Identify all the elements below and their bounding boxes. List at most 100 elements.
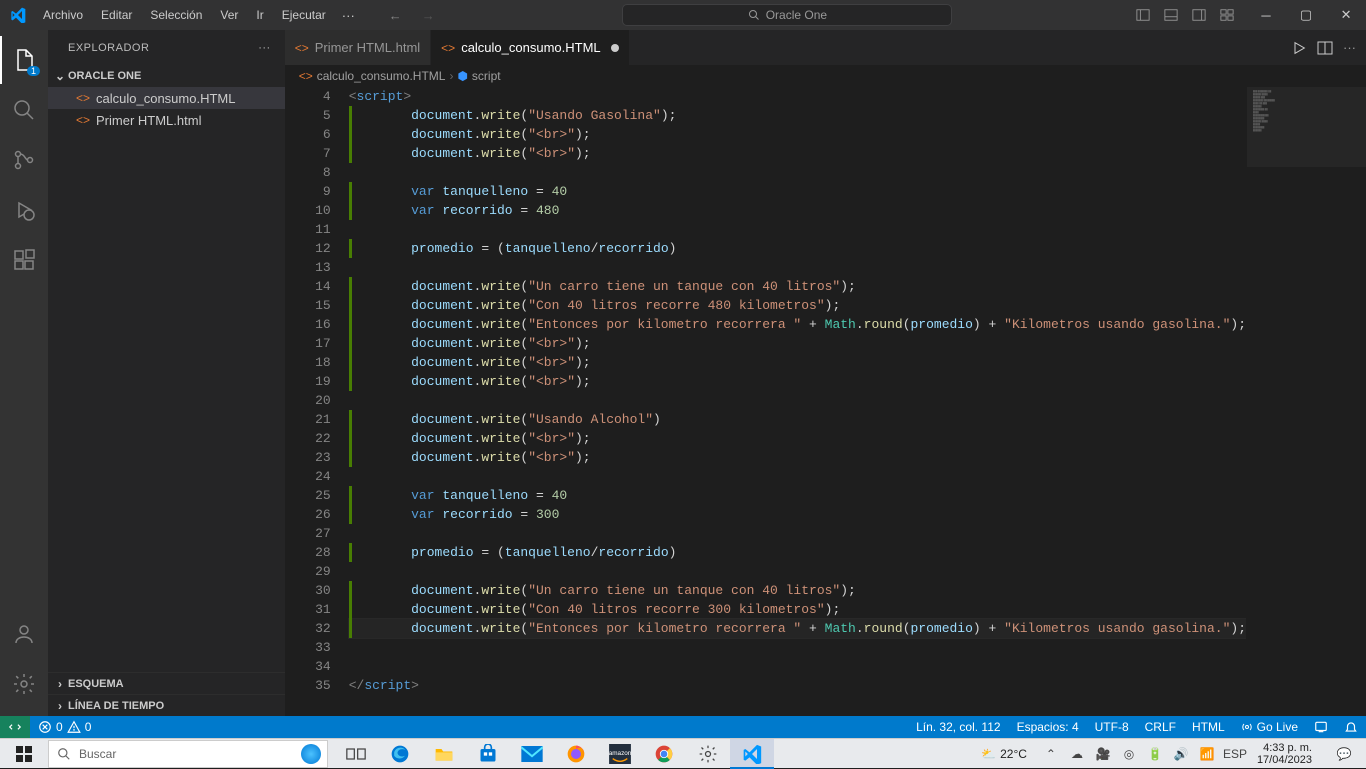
activity-account-icon[interactable] bbox=[0, 610, 48, 658]
editor-more-icon[interactable]: ··· bbox=[1343, 40, 1356, 55]
language-mode[interactable]: HTML bbox=[1184, 716, 1233, 738]
html-file-icon: <> bbox=[299, 69, 313, 83]
chevron-right-icon: › bbox=[52, 677, 68, 691]
taskbar-app-edge[interactable] bbox=[378, 739, 422, 769]
menu-item-ver[interactable]: Ver bbox=[212, 4, 246, 26]
sidebar-title: EXPLORADOR bbox=[68, 42, 149, 54]
menu-item-ir[interactable]: Ir bbox=[248, 4, 271, 26]
command-center-text: Oracle One bbox=[766, 8, 827, 22]
file-item[interactable]: <>Primer HTML.html bbox=[48, 109, 285, 131]
html-file-icon: <> bbox=[76, 91, 90, 105]
symbol-icon: ⬢ bbox=[457, 69, 467, 83]
chevron-down-icon: ⌄ bbox=[52, 69, 68, 83]
status-bar: 0 0 Lín. 32, col. 112 Espacios: 4 UTF-8 … bbox=[0, 716, 1366, 738]
vscode-logo-icon bbox=[0, 7, 35, 23]
taskbar-app-explorer[interactable] bbox=[422, 739, 466, 769]
maximize-button[interactable]: ▢ bbox=[1286, 0, 1326, 30]
start-button[interactable] bbox=[0, 739, 48, 769]
tray-onedrive-icon[interactable]: ☁ bbox=[1067, 747, 1087, 761]
svg-text:amazon: amazon bbox=[609, 749, 631, 756]
editor-tabs: <>Primer HTML.html<>calculo_consumo.HTML… bbox=[285, 30, 1366, 65]
run-icon[interactable] bbox=[1291, 40, 1307, 56]
html-file-icon: <> bbox=[76, 113, 90, 127]
tray-location-icon[interactable]: ◎ bbox=[1119, 747, 1139, 761]
tray-wifi-icon[interactable]: 📶 bbox=[1197, 747, 1217, 761]
outline-section[interactable]: › ESQUEMA bbox=[48, 672, 285, 694]
menu-item-selección[interactable]: Selección bbox=[142, 4, 210, 26]
notifications-icon[interactable] bbox=[1336, 716, 1366, 738]
tray-chevron-icon[interactable]: ⌃ bbox=[1041, 747, 1061, 761]
editor-tab[interactable]: <>Primer HTML.html bbox=[285, 30, 431, 65]
html-file-icon: <> bbox=[441, 41, 455, 55]
code-editor[interactable]: <script> document.write("Usando Gasolina… bbox=[349, 87, 1246, 716]
dirty-indicator-icon bbox=[611, 44, 619, 52]
file-item[interactable]: <>calculo_consumo.HTML bbox=[48, 87, 285, 109]
cursor-position[interactable]: Lín. 32, col. 112 bbox=[908, 716, 1009, 738]
taskbar-app-chrome[interactable] bbox=[642, 739, 686, 769]
weather-widget[interactable]: ⛅ 22°C bbox=[973, 747, 1035, 761]
close-window-button[interactable]: ✕ bbox=[1326, 0, 1366, 30]
problems-indicator[interactable]: 0 0 bbox=[30, 716, 99, 738]
menu-item-ejecutar[interactable]: Ejecutar bbox=[274, 4, 334, 26]
taskbar-app-amazon[interactable]: amazon bbox=[598, 739, 642, 769]
taskbar-clock[interactable]: 4:33 p. m. 17/04/2023 bbox=[1249, 740, 1320, 768]
activity-scm-icon[interactable] bbox=[0, 136, 48, 184]
tray-language[interactable]: ESP bbox=[1223, 747, 1243, 761]
taskbar-app-store[interactable] bbox=[466, 739, 510, 769]
customize-layout-icon[interactable] bbox=[1218, 6, 1236, 24]
activity-debug-icon[interactable] bbox=[0, 186, 48, 234]
editor-tab[interactable]: <>calculo_consumo.HTML bbox=[431, 30, 629, 65]
line-numbers: 4567891011121314151617181920212223242526… bbox=[285, 87, 349, 716]
tray-volume-icon[interactable]: 🔊 bbox=[1171, 747, 1191, 761]
task-view-icon[interactable] bbox=[334, 739, 378, 769]
menu-overflow[interactable]: ··· bbox=[334, 4, 363, 27]
activity-explorer-icon[interactable]: 1 bbox=[0, 36, 48, 84]
taskbar-search-placeholder: Buscar bbox=[79, 747, 116, 761]
taskbar-app-vscode[interactable] bbox=[730, 739, 774, 769]
nav-forward-icon[interactable]: → bbox=[416, 4, 441, 27]
taskbar-app-settings[interactable] bbox=[686, 739, 730, 769]
minimap[interactable]: ███ ███████ ████████ █████████ █████████… bbox=[1246, 87, 1366, 716]
command-center[interactable]: Oracle One bbox=[622, 4, 952, 26]
go-live[interactable]: Go Live bbox=[1233, 716, 1306, 738]
indentation[interactable]: Espacios: 4 bbox=[1009, 716, 1087, 738]
tray-battery-icon[interactable]: 🔋 bbox=[1145, 747, 1165, 761]
file-tree: <>calculo_consumo.HTML<>Primer HTML.html bbox=[48, 87, 285, 672]
workspace-folder-header[interactable]: ⌄ ORACLE ONE bbox=[48, 65, 285, 87]
tray-meet-now-icon[interactable]: 🎥 bbox=[1093, 747, 1113, 761]
html-file-icon: <> bbox=[295, 41, 309, 55]
activity-search-icon[interactable] bbox=[0, 86, 48, 134]
feedback-icon[interactable] bbox=[1306, 716, 1336, 738]
minimize-button[interactable]: ─ bbox=[1246, 0, 1286, 30]
remote-indicator[interactable] bbox=[0, 716, 30, 738]
explorer-badge: 1 bbox=[27, 66, 40, 76]
eol[interactable]: CRLF bbox=[1137, 716, 1184, 738]
action-center-icon[interactable]: 💬 bbox=[1326, 747, 1362, 761]
menu-item-archivo[interactable]: Archivo bbox=[35, 4, 91, 26]
activity-extensions-icon[interactable] bbox=[0, 236, 48, 284]
taskbar-app-mail[interactable] bbox=[510, 739, 554, 769]
main-menu: ArchivoEditarSelecciónVerIrEjecutar bbox=[35, 4, 334, 26]
nav-back-icon[interactable]: ← bbox=[383, 4, 408, 27]
activity-bar: 1 bbox=[0, 30, 48, 716]
timeline-section[interactable]: › LÍNEA DE TIEMPO bbox=[48, 694, 285, 716]
taskbar-app-firefox[interactable] bbox=[554, 739, 598, 769]
split-editor-icon[interactable] bbox=[1317, 40, 1333, 56]
cortana-icon[interactable] bbox=[301, 744, 321, 764]
weather-icon: ⛅ bbox=[981, 747, 996, 761]
taskbar-search[interactable]: Buscar bbox=[48, 740, 328, 768]
sidebar-explorer: EXPLORADOR ··· ⌄ ORACLE ONE <>calculo_co… bbox=[48, 30, 285, 716]
activity-settings-icon[interactable] bbox=[0, 660, 48, 708]
encoding[interactable]: UTF-8 bbox=[1087, 716, 1137, 738]
menu-item-editar[interactable]: Editar bbox=[93, 4, 140, 26]
editor-area: <>Primer HTML.html<>calculo_consumo.HTML… bbox=[285, 30, 1366, 716]
workspace-name: ORACLE ONE bbox=[68, 70, 141, 82]
toggle-panel-bottom-icon[interactable] bbox=[1162, 6, 1180, 24]
toggle-panel-left-icon[interactable] bbox=[1134, 6, 1152, 24]
breadcrumbs[interactable]: <> calculo_consumo.HTML › ⬢ script bbox=[285, 65, 1366, 87]
toggle-panel-right-icon[interactable] bbox=[1190, 6, 1208, 24]
sidebar-more-icon[interactable]: ··· bbox=[258, 42, 271, 54]
windows-taskbar: Buscar amazon ⛅ 22°C ⌃ ☁ 🎥 ◎ 🔋 🔊 📶 ESP 4… bbox=[0, 738, 1366, 768]
title-bar: ArchivoEditarSelecciónVerIrEjecutar ··· … bbox=[0, 0, 1366, 30]
chevron-right-icon: › bbox=[52, 699, 68, 713]
